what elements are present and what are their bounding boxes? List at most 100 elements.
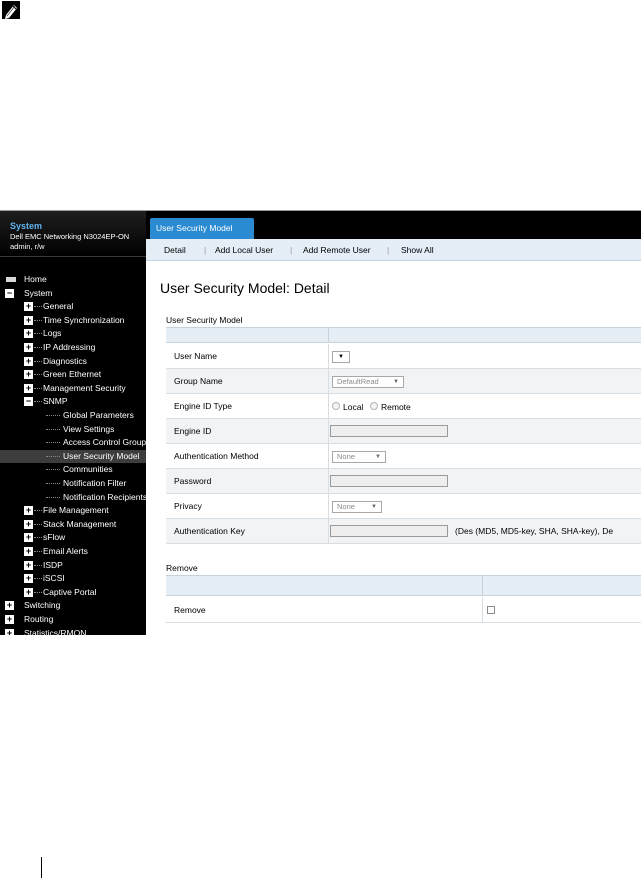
collapse-icon[interactable]: −	[24, 397, 33, 406]
row-user-name: User Name ▼	[166, 344, 641, 369]
tree-item-management-security[interactable]: + Management Security	[0, 382, 146, 395]
tree-item-home[interactable]: Home	[0, 273, 146, 286]
tree-item-label: Home	[24, 274, 47, 284]
authentication-key-label: Authentication Key	[174, 526, 245, 536]
tree-item-access-control-group[interactable]: Access Control Group	[0, 436, 146, 449]
tree-item-label: Routing	[24, 614, 54, 624]
subnav-detail[interactable]: Detail	[164, 239, 186, 261]
radio-local[interactable]	[332, 402, 340, 410]
tree-item-communities[interactable]: Communities	[0, 463, 146, 476]
group-name-select[interactable]: DefaultRead ▼	[332, 376, 404, 388]
tree-item-routing[interactable]: + Routing	[0, 613, 146, 626]
tree-item-snmp[interactable]: − SNMP	[0, 395, 146, 408]
tree-item-captive-portal[interactable]: + Captive Portal	[0, 586, 146, 599]
expand-icon[interactable]: +	[24, 343, 33, 352]
authentication-method-select[interactable]: None ▼	[332, 451, 386, 463]
expand-icon[interactable]: +	[24, 357, 33, 366]
tab-user-security-model[interactable]: User Security Model	[150, 218, 254, 239]
system-header: System Dell EMC Networking N3024EP-ON ad…	[0, 211, 146, 257]
expand-icon[interactable]: +	[24, 574, 33, 583]
tree-item-notification-filter[interactable]: Notification Filter	[0, 477, 146, 490]
tree-item-time-synchronization[interactable]: + Time Synchronization	[0, 314, 146, 327]
authentication-key-input[interactable]	[330, 525, 448, 537]
tree-item-global-parameters[interactable]: Global Parameters	[0, 409, 146, 422]
subnav-add-remote-user[interactable]: Add Remote User	[303, 239, 371, 261]
expand-icon[interactable]: +	[24, 329, 33, 338]
tree-item-label: Diagnostics	[43, 356, 87, 366]
expand-icon[interactable]: +	[24, 533, 33, 542]
expand-icon[interactable]: +	[24, 370, 33, 379]
remove-table-header	[166, 576, 641, 596]
authentication-method-value: None	[337, 452, 355, 461]
radio-local-label: Local	[343, 402, 364, 412]
tree-item-label: General	[43, 301, 74, 311]
expand-icon[interactable]: +	[24, 506, 33, 515]
tab-bar: User Security Model	[146, 211, 641, 239]
row-remove: Remove	[166, 597, 641, 623]
tree-item-diagnostics[interactable]: + Diagnostics	[0, 355, 146, 368]
tree-item-logs[interactable]: + Logs	[0, 327, 146, 340]
authentication-key-note: (Des (MD5, MD5-key, SHA, SHA-key), De	[455, 526, 614, 536]
page-edge-line	[41, 857, 42, 878]
tree-item-label: Statistics/RMON	[24, 628, 87, 635]
tree-item-file-management[interactable]: + File Management	[0, 504, 146, 517]
tree-item-statistics-rmon[interactable]: + Statistics/RMON	[0, 627, 146, 635]
group-name-value: DefaultRead	[337, 377, 379, 386]
tree-item-notification-recipients[interactable]: Notification Recipients	[0, 491, 146, 504]
user-info: admin, r/w	[10, 242, 45, 251]
tree-item-label: SNMP	[43, 396, 68, 406]
privacy-label: Privacy	[174, 501, 202, 511]
expand-icon[interactable]: +	[24, 302, 33, 311]
home-icon	[6, 277, 16, 282]
usm-section-title: User Security Model	[166, 315, 243, 325]
tree-item-label: Switching	[24, 600, 61, 610]
engine-id-label: Engine ID	[174, 426, 212, 436]
remove-checkbox[interactable]	[487, 606, 495, 614]
tree-item-label: Time Synchronization	[43, 315, 125, 325]
expand-icon[interactable]: +	[24, 384, 33, 393]
expand-icon[interactable]: +	[24, 588, 33, 597]
tree-item-isdp[interactable]: + ISDP	[0, 559, 146, 572]
privacy-select[interactable]: None ▼	[332, 501, 382, 513]
password-input[interactable]	[330, 475, 448, 487]
row-authentication-method: Authentication Method None ▼	[166, 444, 641, 469]
expand-icon[interactable]: +	[24, 520, 33, 529]
expand-icon[interactable]: +	[24, 316, 33, 325]
subnav-separator: |	[290, 245, 293, 255]
expand-icon[interactable]: +	[5, 629, 14, 635]
tree-item-view-settings[interactable]: View Settings	[0, 423, 146, 436]
expand-icon[interactable]: +	[5, 601, 14, 610]
radio-remote[interactable]	[370, 402, 378, 410]
tree-item-ip-addressing[interactable]: + IP Addressing	[0, 341, 146, 354]
tree-item-switching[interactable]: + Switching	[0, 599, 146, 612]
subnav-add-local-user[interactable]: Add Local User	[215, 239, 273, 261]
web-ui-screenshot: System Dell EMC Networking N3024EP-ON ad…	[0, 210, 641, 635]
subnav-show-all[interactable]: Show All	[401, 239, 434, 261]
tree-item-sflow[interactable]: + sFlow	[0, 531, 146, 544]
user-name-select[interactable]: ▼	[332, 351, 350, 363]
tree-item-stack-management[interactable]: + Stack Management	[0, 518, 146, 531]
tree-item-email-alerts[interactable]: + Email Alerts	[0, 545, 146, 558]
usm-form-table: User Name ▼ Group Name DefaultRead ▼ Eng…	[166, 327, 641, 547]
tree-item-label: Access Control Group	[63, 437, 146, 447]
user-name-label: User Name	[174, 351, 217, 361]
tree-item-label: Notification Filter	[63, 478, 127, 488]
tree-item-green-ethernet[interactable]: + Green Ethernet	[0, 368, 146, 381]
remove-table: Remove	[166, 575, 641, 623]
row-engine-id: Engine ID	[166, 419, 641, 444]
row-password: Password	[166, 469, 641, 494]
tree-item-user-security-model[interactable]: User Security Model	[0, 450, 146, 463]
tree-item-label: Communities	[63, 464, 113, 474]
expand-icon[interactable]: +	[24, 547, 33, 556]
pencil-note-icon	[0, 0, 24, 24]
device-model: Dell EMC Networking N3024EP-ON	[10, 232, 130, 241]
group-name-label: Group Name	[174, 376, 223, 386]
engine-id-input[interactable]	[330, 425, 448, 437]
expand-icon[interactable]: +	[5, 615, 14, 624]
tree-item-system[interactable]: − System	[0, 287, 146, 300]
collapse-icon[interactable]: −	[5, 289, 14, 298]
tree-item-general[interactable]: + General	[0, 300, 146, 313]
tree-item-iscsi[interactable]: + iSCSI	[0, 572, 146, 585]
row-privacy: Privacy None ▼	[166, 494, 641, 519]
expand-icon[interactable]: +	[24, 561, 33, 570]
